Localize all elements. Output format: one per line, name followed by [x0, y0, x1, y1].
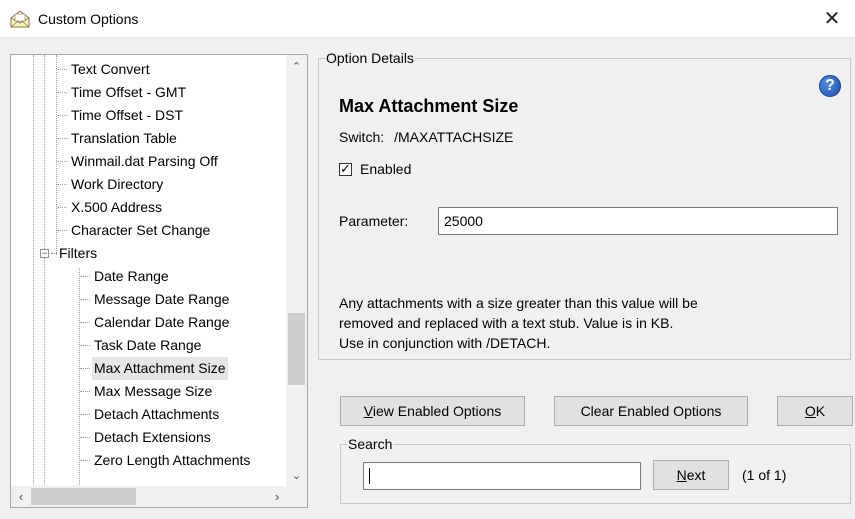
tree-item-winmail-parsing-off[interactable]: Winmail.dat Parsing Off: [11, 150, 287, 173]
enabled-label: Enabled: [360, 161, 412, 177]
parameter-label: Parameter:: [339, 213, 409, 229]
tree-item-work-directory[interactable]: Work Directory: [11, 173, 287, 196]
enabled-checkbox[interactable]: ✓: [339, 161, 352, 176]
tree-item-text-convert[interactable]: Text Convert: [11, 58, 287, 81]
options-tree[interactable]: Text Convert Time Offset - GMT Time Offs…: [10, 54, 308, 508]
next-button[interactable]: Next: [653, 460, 729, 490]
tree-item-max-message-size[interactable]: Max Message Size: [11, 380, 287, 403]
switch-row: Switch: /MAXATTACHSIZE: [339, 129, 513, 145]
parameter-input[interactable]: 25000: [438, 207, 838, 235]
tree-item-filters[interactable]: − Filters: [11, 242, 287, 265]
tree-content: Text Convert Time Offset - GMT Time Offs…: [11, 55, 287, 487]
switch-label: Switch:: [339, 129, 385, 145]
option-details-group: Option Details ? Max Attachment Size Swi…: [318, 49, 851, 360]
option-title: Max Attachment Size: [339, 96, 519, 116]
tree-item-calendar-date-range[interactable]: Calendar Date Range: [11, 311, 287, 334]
option-details-legend: Option Details: [325, 49, 415, 67]
collapse-icon[interactable]: −: [40, 249, 49, 258]
close-icon: ✕: [823, 8, 841, 30]
switch-value: /MAXATTACHSIZE: [394, 129, 514, 145]
search-group: Search Next (1 of 1): [340, 435, 851, 504]
horizontal-scroll-thumb[interactable]: [31, 488, 136, 505]
tree-item-translation-table[interactable]: Translation Table: [11, 127, 287, 150]
tree-item-date-range[interactable]: Date Range: [11, 265, 287, 288]
tree-item-message-date-range[interactable]: Message Date Range: [11, 288, 287, 311]
check-icon: ✓: [340, 161, 351, 176]
clear-enabled-options-button[interactable]: Clear Enabled Options: [554, 396, 748, 426]
scroll-right-icon[interactable]: ›: [267, 486, 287, 507]
scroll-up-icon[interactable]: ⌃: [286, 55, 307, 75]
help-icon[interactable]: ?: [819, 75, 841, 97]
envelope-app-icon: [10, 10, 30, 28]
vertical-scroll-thumb[interactable]: [288, 313, 305, 385]
scroll-down-icon[interactable]: ⌄: [286, 467, 307, 487]
tree-item-max-attachment-size[interactable]: Max Attachment Size: [11, 357, 287, 380]
option-description: Any attachments with a size greater than…: [339, 293, 844, 353]
description-line: removed and replaced with a text stub. V…: [339, 315, 674, 331]
text-caret: [369, 468, 370, 484]
tree-item-detach-attachments[interactable]: Detach Attachments: [11, 403, 287, 426]
tree-item-zero-length-attachments[interactable]: Zero Length Attachments: [11, 449, 287, 472]
enabled-row[interactable]: ✓ Enabled: [339, 161, 411, 177]
tree-horizontal-scrollbar[interactable]: ‹ ›: [11, 486, 287, 507]
tree-item-time-offset-gmt[interactable]: Time Offset - GMT: [11, 81, 287, 104]
tree-item-task-date-range[interactable]: Task Date Range: [11, 334, 287, 357]
description-line: Use in conjunction with /DETACH.: [339, 335, 551, 351]
description-line: Any attachments with a size greater than…: [339, 295, 698, 311]
tree-item-character-set-change[interactable]: Character Set Change: [11, 219, 287, 242]
ok-button[interactable]: OK: [777, 396, 853, 426]
search-input[interactable]: [363, 462, 641, 490]
search-result-count: (1 of 1): [742, 467, 787, 483]
tree-item-x500-address[interactable]: X.500 Address: [11, 196, 287, 219]
title-bar: Custom Options ✕: [0, 0, 855, 38]
close-button[interactable]: ✕: [809, 0, 855, 38]
tree-vertical-scrollbar[interactable]: ⌃ ⌄: [286, 55, 307, 487]
scrollbar-corner: [286, 486, 307, 507]
tree-item-detach-extensions[interactable]: Detach Extensions: [11, 426, 287, 449]
view-enabled-options-button[interactable]: View Enabled Options: [340, 396, 525, 426]
tree-item-time-offset-dst[interactable]: Time Offset - DST: [11, 104, 287, 127]
scroll-left-icon[interactable]: ‹: [11, 486, 31, 507]
window-title: Custom Options: [38, 11, 139, 27]
search-legend: Search: [347, 435, 394, 453]
